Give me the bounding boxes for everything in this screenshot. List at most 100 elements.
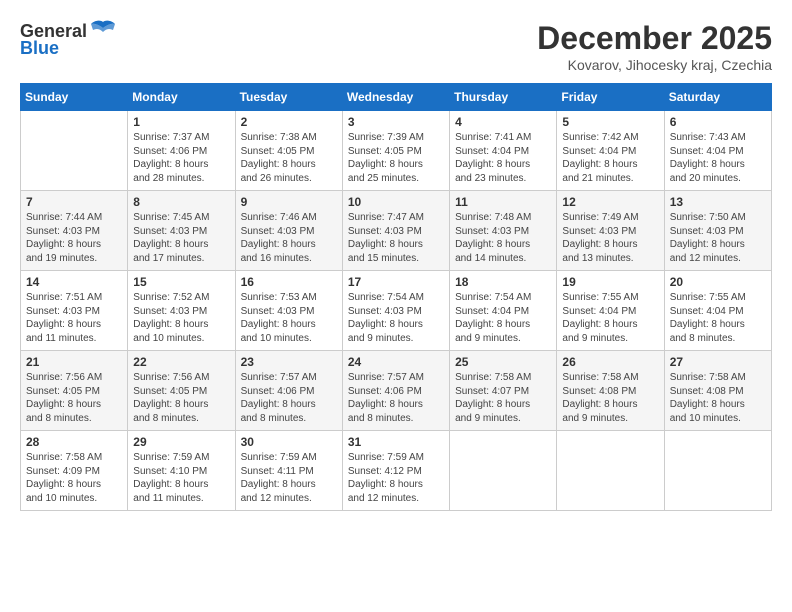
calendar-cell: 31 Sunrise: 7:59 AMSunset: 4:12 PMDayligh… [342, 431, 449, 511]
location-subtitle: Kovarov, Jihocesky kraj, Czechia [537, 57, 772, 73]
day-number: 13 [670, 195, 766, 209]
weekday-header-sunday: Sunday [21, 84, 128, 111]
day-number: 28 [26, 435, 122, 449]
day-number: 19 [562, 275, 658, 289]
calendar-cell: 16 Sunrise: 7:53 AMSunset: 4:03 PMDayligh… [235, 271, 342, 351]
day-number: 23 [241, 355, 337, 369]
logo: General Blue [20, 20, 117, 59]
calendar-cell: 3 Sunrise: 7:39 AMSunset: 4:05 PMDaylight… [342, 111, 449, 191]
title-area: December 2025 Kovarov, Jihocesky kraj, C… [537, 20, 772, 73]
day-number: 27 [670, 355, 766, 369]
calendar-cell: 21 Sunrise: 7:56 AMSunset: 4:05 PMDayligh… [21, 351, 128, 431]
calendar-cell: 9 Sunrise: 7:46 AMSunset: 4:03 PMDaylight… [235, 191, 342, 271]
day-number: 16 [241, 275, 337, 289]
day-number: 25 [455, 355, 551, 369]
day-info: Sunrise: 7:39 AMSunset: 4:05 PMDaylight:… [348, 131, 444, 185]
day-info: Sunrise: 7:55 AMSunset: 4:04 PMDaylight:… [670, 291, 766, 345]
calendar-cell: 10 Sunrise: 7:47 AMSunset: 4:03 PMDayligh… [342, 191, 449, 271]
logo-blue-text: Blue [20, 38, 59, 59]
calendar-cell [450, 431, 557, 511]
calendar-cell: 18 Sunrise: 7:54 AMSunset: 4:04 PMDayligh… [450, 271, 557, 351]
day-info: Sunrise: 7:41 AMSunset: 4:04 PMDaylight:… [455, 131, 551, 185]
day-number: 4 [455, 115, 551, 129]
day-info: Sunrise: 7:58 AMSunset: 4:07 PMDaylight:… [455, 371, 551, 425]
day-info: Sunrise: 7:45 AMSunset: 4:03 PMDaylight:… [133, 211, 229, 265]
calendar-cell: 13 Sunrise: 7:50 AMSunset: 4:03 PMDayligh… [664, 191, 771, 271]
calendar-cell: 20Sunrise: 7:55 AMSunset: 4:04 PMDayligh… [664, 271, 771, 351]
calendar-cell: 11 Sunrise: 7:48 AMSunset: 4:03 PMDayligh… [450, 191, 557, 271]
calendar-cell: 28 Sunrise: 7:58 AMSunset: 4:09 PMDayligh… [21, 431, 128, 511]
calendar-cell: 15 Sunrise: 7:52 AMSunset: 4:03 PMDayligh… [128, 271, 235, 351]
calendar-cell: 24Sunrise: 7:57 AMSunset: 4:06 PMDayligh… [342, 351, 449, 431]
day-number: 12 [562, 195, 658, 209]
day-number: 30 [241, 435, 337, 449]
day-info: Sunrise: 7:51 AMSunset: 4:03 PMDaylight:… [26, 291, 122, 345]
day-number: 21 [26, 355, 122, 369]
day-number: 9 [241, 195, 337, 209]
day-info: Sunrise: 7:57 AMSunset: 4:06 PMDaylight:… [241, 371, 337, 425]
month-title: December 2025 [537, 20, 772, 57]
day-info: Sunrise: 7:59 AMSunset: 4:10 PMDaylight:… [133, 451, 229, 505]
day-number: 22 [133, 355, 229, 369]
day-number: 18 [455, 275, 551, 289]
calendar-cell: 14 Sunrise: 7:51 AMSunset: 4:03 PMDayligh… [21, 271, 128, 351]
day-info: Sunrise: 7:58 AMSunset: 4:08 PMDaylight:… [670, 371, 766, 425]
day-info: Sunrise: 7:52 AMSunset: 4:03 PMDaylight:… [133, 291, 229, 345]
calendar-cell: 23 Sunrise: 7:57 AMSunset: 4:06 PMDayligh… [235, 351, 342, 431]
day-info: Sunrise: 7:48 AMSunset: 4:03 PMDaylight:… [455, 211, 551, 265]
calendar-cell: 5 Sunrise: 7:42 AMSunset: 4:04 PMDaylight… [557, 111, 664, 191]
day-number: 15 [133, 275, 229, 289]
day-number: 1 [133, 115, 229, 129]
day-info: Sunrise: 7:43 AMSunset: 4:04 PMDaylight:… [670, 131, 766, 185]
day-info: Sunrise: 7:37 AMSunset: 4:06 PMDaylight:… [133, 131, 229, 185]
day-number: 3 [348, 115, 444, 129]
weekday-header-thursday: Thursday [450, 84, 557, 111]
calendar-cell: 30 Sunrise: 7:59 AMSunset: 4:11 PMDayligh… [235, 431, 342, 511]
calendar-cell: 8 Sunrise: 7:45 AMSunset: 4:03 PMDaylight… [128, 191, 235, 271]
calendar-cell: 26Sunrise: 7:58 AMSunset: 4:08 PMDayligh… [557, 351, 664, 431]
calendar-cell: 2Sunrise: 7:38 AMSunset: 4:05 PMDaylight… [235, 111, 342, 191]
day-info: Sunrise: 7:42 AMSunset: 4:04 PMDaylight:… [562, 131, 658, 185]
day-number: 11 [455, 195, 551, 209]
day-number: 6 [670, 115, 766, 129]
calendar-cell [664, 431, 771, 511]
day-info: Sunrise: 7:46 AMSunset: 4:03 PMDaylight:… [241, 211, 337, 265]
calendar-cell: 17 Sunrise: 7:54 AMSunset: 4:03 PMDayligh… [342, 271, 449, 351]
day-info: Sunrise: 7:56 AMSunset: 4:05 PMDaylight:… [133, 371, 229, 425]
day-info: Sunrise: 7:58 AMSunset: 4:08 PMDaylight:… [562, 371, 658, 425]
logo-bird-icon [89, 20, 117, 42]
calendar-cell: 19Sunrise: 7:55 AMSunset: 4:04 PMDayligh… [557, 271, 664, 351]
day-number: 14 [26, 275, 122, 289]
day-number: 5 [562, 115, 658, 129]
day-number: 17 [348, 275, 444, 289]
calendar-cell: 6 Sunrise: 7:43 AMSunset: 4:04 PMDaylight… [664, 111, 771, 191]
day-number: 24 [348, 355, 444, 369]
weekday-header-friday: Friday [557, 84, 664, 111]
page-header: General Blue December 2025 Kovarov, Jiho… [20, 20, 772, 73]
day-info: Sunrise: 7:53 AMSunset: 4:03 PMDaylight:… [241, 291, 337, 345]
weekday-header-tuesday: Tuesday [235, 84, 342, 111]
day-number: 10 [348, 195, 444, 209]
day-info: Sunrise: 7:54 AMSunset: 4:03 PMDaylight:… [348, 291, 444, 345]
day-info: Sunrise: 7:47 AMSunset: 4:03 PMDaylight:… [348, 211, 444, 265]
weekday-header-saturday: Saturday [664, 84, 771, 111]
calendar-cell: 25 Sunrise: 7:58 AMSunset: 4:07 PMDayligh… [450, 351, 557, 431]
day-number: 7 [26, 195, 122, 209]
day-info: Sunrise: 7:54 AMSunset: 4:04 PMDaylight:… [455, 291, 551, 345]
day-info: Sunrise: 7:59 AMSunset: 4:11 PMDaylight:… [241, 451, 337, 505]
calendar-cell: 22 Sunrise: 7:56 AMSunset: 4:05 PMDayligh… [128, 351, 235, 431]
day-number: 8 [133, 195, 229, 209]
day-info: Sunrise: 7:50 AMSunset: 4:03 PMDaylight:… [670, 211, 766, 265]
calendar-cell: 27 Sunrise: 7:58 AMSunset: 4:08 PMDayligh… [664, 351, 771, 431]
calendar-cell [21, 111, 128, 191]
day-info: Sunrise: 7:59 AMSunset: 4:12 PMDaylight:… [348, 451, 444, 505]
calendar-table: SundayMondayTuesdayWednesdayThursdayFrid… [20, 83, 772, 511]
calendar-cell [557, 431, 664, 511]
day-info: Sunrise: 7:58 AMSunset: 4:09 PMDaylight:… [26, 451, 122, 505]
day-info: Sunrise: 7:56 AMSunset: 4:05 PMDaylight:… [26, 371, 122, 425]
day-number: 31 [348, 435, 444, 449]
calendar-cell: 29 Sunrise: 7:59 AMSunset: 4:10 PMDayligh… [128, 431, 235, 511]
calendar-cell: 1 Sunrise: 7:37 AMSunset: 4:06 PMDaylight… [128, 111, 235, 191]
calendar-cell: 4 Sunrise: 7:41 AMSunset: 4:04 PMDaylight… [450, 111, 557, 191]
day-number: 29 [133, 435, 229, 449]
